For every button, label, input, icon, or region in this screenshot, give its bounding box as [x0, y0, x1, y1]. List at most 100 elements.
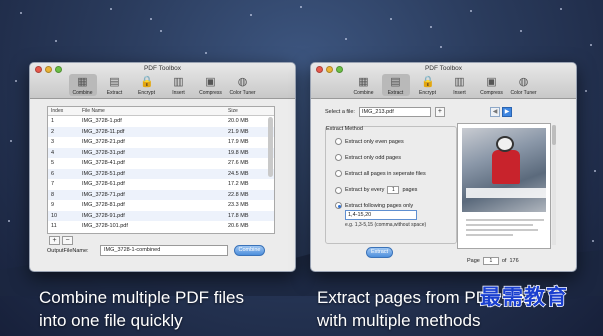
- star: [110, 8, 112, 10]
- row-size: 17.2 MB: [228, 181, 249, 188]
- toolbar-extract-button[interactable]: ▤ Extract: [381, 74, 410, 96]
- insert-icon: ▥: [173, 76, 184, 88]
- toolbar-insert-button[interactable]: ▥ Insert: [446, 74, 474, 96]
- combine-icon: ▦: [77, 76, 88, 88]
- toolbar-encrypt-button[interactable]: 🔒 Encrypt: [414, 74, 442, 96]
- window-title: PDF Toolbox: [143, 65, 182, 72]
- toolbar-label: Encrypt: [138, 90, 155, 96]
- page-preview: [457, 123, 551, 249]
- star: [205, 52, 207, 54]
- combine-window: PDF Toolbox ▦ Combine ▤ Extract 🔒 Encrypt ▥ Ins…: [29, 62, 296, 272]
- table-scrollbar[interactable]: [268, 117, 273, 177]
- toolbar-color-tuner-button[interactable]: ◍ Color Tuner: [510, 74, 538, 96]
- add-file-button[interactable]: +: [434, 107, 445, 117]
- combine-button[interactable]: Combine: [234, 245, 265, 256]
- select-file-label: Select a file:: [325, 109, 355, 115]
- color-wheel-icon: ◍: [518, 76, 529, 88]
- toolbar-insert-button[interactable]: ▥ Insert: [165, 74, 193, 96]
- caption-line: Combine multiple PDF files: [39, 288, 245, 307]
- star: [440, 46, 442, 48]
- toolbar-compress-button[interactable]: ▣ Compress: [478, 74, 506, 96]
- window-title: PDF Toolbox: [424, 65, 463, 72]
- caption-line: into one file quickly: [39, 311, 183, 330]
- table-row[interactable]: 11 IMG_3728-101.pdf 20.6 MB: [48, 221, 274, 232]
- option-label: Extract following pages only: [345, 202, 414, 209]
- toolbar-label: Extract: [387, 90, 404, 96]
- table-row[interactable]: 2 IMG_3728-11.pdf 21.9 MB: [48, 126, 274, 137]
- table-row[interactable]: 5 IMG_3728-41.pdf 27.6 MB: [48, 158, 274, 169]
- radio-button[interactable]: [335, 154, 342, 161]
- column-header-index[interactable]: Index: [48, 108, 80, 114]
- radio-button[interactable]: [335, 202, 342, 209]
- player-jersey: [492, 150, 520, 184]
- selected-file-field[interactable]: IMG_213.pdf: [358, 107, 431, 117]
- output-filename-input[interactable]: IMG_3728-1-combined: [100, 245, 228, 256]
- toolbar-compress-button[interactable]: ▣ Compress: [197, 74, 225, 96]
- caption-line: with multiple methods: [317, 311, 481, 330]
- pages-input[interactable]: 1,4-15,20: [345, 210, 417, 220]
- row-file-name: IMG_3728-81.pdf: [82, 202, 125, 209]
- toolbar-label: Insert: [453, 90, 466, 96]
- row-file-name: IMG_3728-1.pdf: [82, 118, 122, 125]
- table-row[interactable]: 1 IMG_3728-1.pdf 20.0 MB: [48, 116, 274, 127]
- toolbar-encrypt-button[interactable]: 🔒 Encrypt: [133, 74, 161, 96]
- row-file-name: IMG_3728-51.pdf: [82, 170, 125, 177]
- column-header-file-name[interactable]: File Name: [80, 108, 226, 114]
- toolbar-label: Insert: [172, 90, 185, 96]
- table-row[interactable]: 6 IMG_3728-51.pdf 24.5 MB: [48, 168, 274, 179]
- extract-icon: ▤: [390, 76, 401, 88]
- compress-icon: ▣: [486, 76, 497, 88]
- extract-option[interactable]: Extract only odd pages: [335, 154, 401, 161]
- star: [390, 18, 392, 20]
- star: [160, 30, 162, 32]
- of-label: of: [501, 258, 507, 264]
- star: [15, 80, 17, 82]
- toolbar-label: Compress: [480, 90, 503, 96]
- row-file-name: IMG_3728-11.pdf: [82, 128, 125, 135]
- every-n-pages-input[interactable]: 1: [387, 186, 400, 194]
- table-row[interactable]: 3 IMG_3728-21.pdf 17.9 MB: [48, 137, 274, 148]
- row-index: 8: [51, 191, 55, 198]
- star: [300, 6, 302, 8]
- table-row[interactable]: 8 IMG_3728-71.pdf 22.8 MB: [48, 189, 274, 200]
- star: [585, 90, 587, 92]
- toolbar-color-tuner-button[interactable]: ◍ Color Tuner: [229, 74, 257, 96]
- star: [590, 44, 592, 46]
- current-page-input[interactable]: 1: [482, 257, 499, 265]
- next-page-button[interactable]: ▶: [502, 107, 512, 117]
- table-row[interactable]: 9 IMG_3728-81.pdf 23.3 MB: [48, 200, 274, 211]
- star: [560, 8, 562, 10]
- extract-button[interactable]: Extract: [366, 247, 393, 258]
- extract-option[interactable]: Extract only even pages: [335, 138, 404, 145]
- remove-file-button[interactable]: −: [62, 236, 73, 245]
- extract-window: PDF Toolbox ▦ Combine ▤ Extract 🔒 Encrypt ▥ Ins…: [310, 62, 577, 272]
- star: [20, 12, 22, 14]
- preview-scrollbar[interactable]: [552, 125, 556, 245]
- toolbar-label: Extract: [106, 90, 123, 96]
- toolbar-extract-button[interactable]: ▤ Extract: [101, 74, 129, 96]
- radio-button[interactable]: [335, 186, 342, 194]
- extract-option[interactable]: Extract by every 1 pages: [335, 186, 417, 194]
- preview-text-lines: [466, 219, 544, 239]
- lock-icon: 🔒: [421, 76, 435, 88]
- extract-option[interactable]: Extract all pages in seperate files: [335, 170, 426, 177]
- previous-page-button[interactable]: ◀: [490, 107, 500, 117]
- row-index: 2: [51, 128, 55, 135]
- table-row[interactable]: 4 IMG_3728-31.pdf 19.8 MB: [48, 147, 274, 158]
- combine-icon: ▦: [358, 76, 369, 88]
- star: [345, 38, 347, 40]
- radio-button[interactable]: [335, 170, 342, 177]
- row-index: 3: [51, 139, 55, 146]
- toolbar-combine-button[interactable]: ▦ Combine: [350, 74, 378, 96]
- radio-button[interactable]: [335, 138, 342, 145]
- caption-combine: Combine multiple PDF files into one file…: [39, 286, 244, 332]
- toolbar-combine-button[interactable]: ▦ Combine: [68, 74, 97, 96]
- row-size: 21.9 MB: [228, 128, 249, 135]
- column-header-size[interactable]: Size: [226, 108, 266, 114]
- total-pages: 176: [509, 258, 519, 264]
- add-file-button[interactable]: +: [49, 236, 60, 245]
- extract-option[interactable]: Extract following pages only: [335, 202, 413, 209]
- table-row[interactable]: 7 IMG_3728-61.pdf 17.2 MB: [48, 179, 274, 190]
- option-label: Extract only even pages: [345, 138, 404, 145]
- table-row[interactable]: 10 IMG_3728-91.pdf 17.8 MB: [48, 210, 274, 221]
